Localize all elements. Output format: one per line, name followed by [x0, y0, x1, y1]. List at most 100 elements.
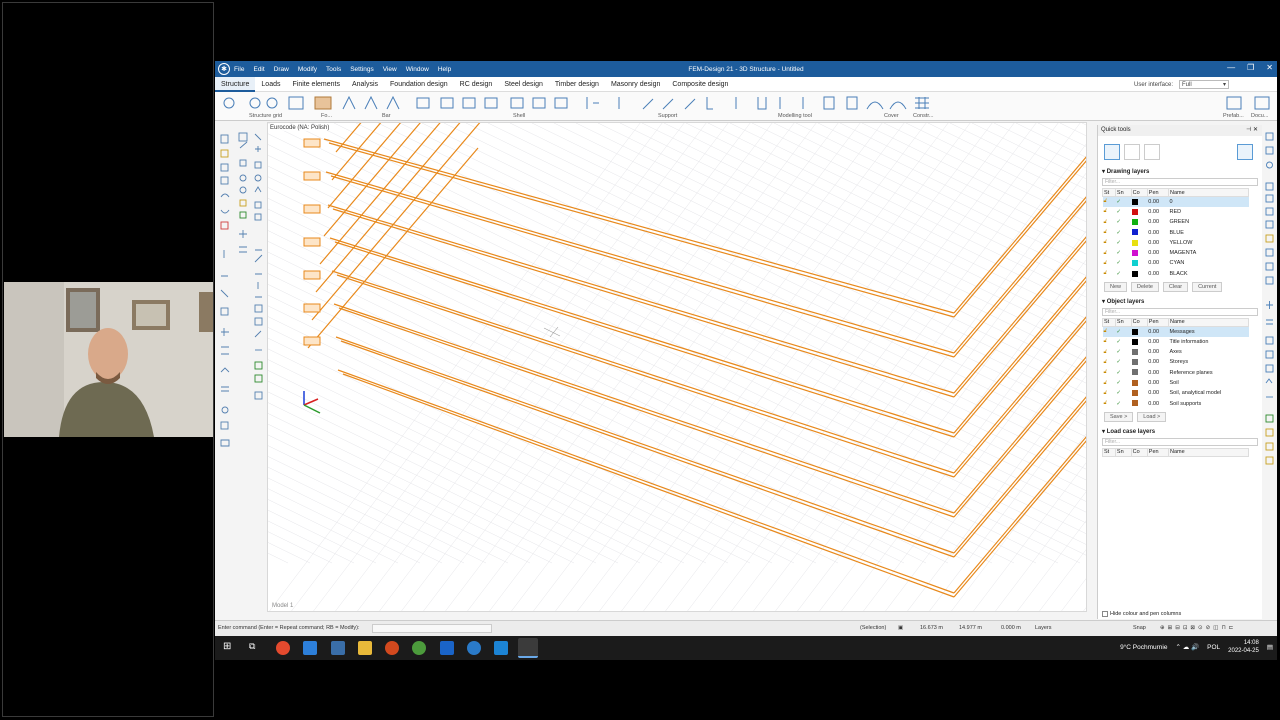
menu-modify[interactable]: Modify: [298, 66, 317, 73]
menu-edit[interactable]: Edit: [253, 66, 264, 73]
visible-check-icon[interactable]: ✓: [1115, 357, 1131, 367]
visible-check-icon[interactable]: ✓: [1115, 269, 1131, 279]
lock-icon[interactable]: 🔓︎: [1103, 207, 1116, 217]
collapse-drawing-icon[interactable]: ▾: [1102, 169, 1105, 175]
lock-icon[interactable]: 🔓︎: [1103, 337, 1116, 347]
menu-window[interactable]: Window: [406, 66, 429, 73]
load-case-filter[interactable]: Filter...: [1102, 437, 1258, 446]
color-swatch[interactable]: [1131, 347, 1147, 357]
weather-widget[interactable]: 9°C Pochmurnie: [1120, 644, 1167, 651]
color-swatch[interactable]: [1131, 227, 1147, 237]
clear-layer-button[interactable]: Clear: [1162, 281, 1189, 292]
display-icon[interactable]: [1124, 144, 1140, 160]
hide-columns-checkbox[interactable]: Hide colour and pen columns: [1102, 611, 1181, 617]
object_layers-row[interactable]: 🔓︎ ✓ 0.00 Soil: [1103, 378, 1249, 388]
tab-composite-design[interactable]: Composite design: [666, 77, 734, 92]
lock-icon[interactable]: 🔓︎: [1103, 368, 1116, 378]
visible-check-icon[interactable]: ✓: [1115, 337, 1131, 347]
color-swatch[interactable]: [1131, 388, 1147, 398]
visible-check-icon[interactable]: ✓: [1115, 378, 1131, 388]
drawing_layers-row[interactable]: 🔓︎ ✓ 0.00 CYAN: [1103, 258, 1249, 268]
object_layers-row[interactable]: 🔓︎ ✓ 0.00 Storeys: [1103, 357, 1249, 367]
onedrive-icon[interactable]: [331, 641, 345, 655]
lock-icon[interactable]: 🔓︎: [1103, 248, 1116, 258]
right-toolbar-icons[interactable]: [1263, 125, 1277, 485]
lock-icon[interactable]: 🔓︎: [1103, 388, 1116, 398]
tab-timber-design[interactable]: Timber design: [549, 77, 605, 92]
drawing_layers-row[interactable]: 🔓︎ ✓ 0.00 GREEN: [1103, 217, 1249, 227]
color-swatch[interactable]: [1131, 238, 1147, 248]
visible-check-icon[interactable]: ✓: [1115, 227, 1131, 237]
color-swatch[interactable]: [1131, 398, 1147, 408]
lock-icon[interactable]: 🔓︎: [1103, 378, 1116, 388]
chrome-icon[interactable]: [276, 641, 290, 655]
lock-icon[interactable]: 🔓︎: [1102, 196, 1116, 207]
measure-icon[interactable]: [1144, 144, 1160, 160]
color-swatch[interactable]: [1131, 326, 1148, 337]
drawing_layers-row[interactable]: 🔓︎ ✓ 0.00 RED: [1103, 207, 1249, 217]
command-input[interactable]: [372, 624, 492, 633]
todo-icon[interactable]: [303, 641, 317, 655]
color-swatch[interactable]: [1131, 207, 1147, 217]
lock-icon[interactable]: 🔓︎: [1103, 357, 1116, 367]
lock-icon[interactable]: 🔓︎: [1102, 326, 1116, 337]
file-explorer-icon[interactable]: [358, 641, 372, 655]
maximize-icon[interactable]: ❐: [1247, 63, 1254, 72]
ribbon-icons[interactable]: [215, 94, 1277, 114]
color-swatch[interactable]: [1131, 196, 1148, 207]
notifications-icon[interactable]: ▤: [1267, 643, 1273, 651]
drawing_layers-row[interactable]: 🔓︎ ✓ 0.00 BLACK: [1103, 269, 1249, 279]
lock-icon[interactable]: 🔓︎: [1103, 269, 1116, 279]
left-toolbar-icons[interactable]: [215, 122, 267, 472]
color-swatch[interactable]: [1131, 368, 1147, 378]
drawing_layers-row[interactable]: 🔓︎ ✓ 0.00 MAGENTA: [1103, 248, 1249, 258]
close-icon[interactable]: ✕: [1266, 63, 1273, 72]
lock-icon[interactable]: 🔓︎: [1103, 238, 1116, 248]
visible-check-icon[interactable]: ✓: [1115, 207, 1131, 217]
menu-settings[interactable]: Settings: [350, 66, 374, 73]
windows-start-icon[interactable]: ⊞: [223, 641, 237, 655]
visible-check-icon[interactable]: ✓: [1115, 326, 1132, 337]
tab-steel-design[interactable]: Steel design: [498, 77, 549, 92]
settings-taskbar-icon[interactable]: [494, 641, 508, 655]
menu-file[interactable]: File: [234, 66, 244, 73]
visible-check-icon[interactable]: ✓: [1115, 196, 1132, 207]
model-tab[interactable]: Model 1: [272, 603, 293, 609]
lock-icon[interactable]: 🔓︎: [1103, 258, 1116, 268]
color-swatch[interactable]: [1131, 217, 1147, 227]
tray-icons[interactable]: ⌃ ☁ 🔊: [1175, 643, 1199, 651]
color-swatch[interactable]: [1131, 248, 1147, 258]
clock[interactable]: 14:08 2022-04-25: [1228, 639, 1259, 655]
chrome-alt-icon[interactable]: [412, 641, 426, 655]
collapse-loadcase-icon[interactable]: ▾: [1102, 429, 1105, 435]
outlook-icon[interactable]: [440, 641, 454, 655]
object_layers-row[interactable]: 🔓︎ ✓ 0.00 Axes: [1103, 347, 1249, 357]
object_layers-row[interactable]: 🔓︎ ✓ 0.00 Reference planes: [1103, 368, 1249, 378]
selection-status[interactable]: (Selection): [860, 625, 886, 631]
object-layers-filter[interactable]: Filter...: [1102, 307, 1258, 316]
visible-check-icon[interactable]: ✓: [1115, 368, 1131, 378]
menu-view[interactable]: View: [383, 66, 397, 73]
menu-draw[interactable]: Draw: [274, 66, 289, 73]
powerpoint-icon[interactable]: [385, 641, 399, 655]
model-viewport[interactable]: Eurocode (NA: Polish) Model 1: [267, 122, 1087, 612]
drawing-layers-filter[interactable]: Filter...: [1102, 178, 1258, 186]
task-view-icon[interactable]: ⧉: [249, 641, 263, 655]
checkbox-box[interactable]: [1102, 611, 1108, 617]
drawing_layers-row[interactable]: 🔓︎ ✓ 0.00 BLUE: [1103, 227, 1249, 237]
drawing_layers-row[interactable]: 🔓︎ ✓ 0.00 YELLOW: [1103, 238, 1249, 248]
minimize-icon[interactable]: —: [1227, 63, 1235, 72]
color-swatch[interactable]: [1131, 357, 1147, 367]
layers-icon[interactable]: [1104, 144, 1120, 160]
fem-design-taskbar-icon[interactable]: [467, 641, 481, 655]
color-swatch[interactable]: [1131, 378, 1147, 388]
tab-loads[interactable]: Loads: [255, 77, 286, 92]
tab-analysis[interactable]: Analysis: [346, 77, 384, 92]
menu-help[interactable]: Help: [438, 66, 451, 73]
model-canvas[interactable]: [268, 123, 1087, 612]
active-app-icon[interactable]: [518, 638, 538, 658]
app-logo-icon[interactable]: ✱: [218, 63, 230, 75]
collapse-object-icon[interactable]: ▾: [1102, 299, 1105, 305]
tab-structure[interactable]: Structure: [215, 76, 256, 92]
snap-mode-icons[interactable]: ⊕⊞⊟⊡⊠⊙⊘◫⊓⊏: [1160, 625, 1236, 631]
